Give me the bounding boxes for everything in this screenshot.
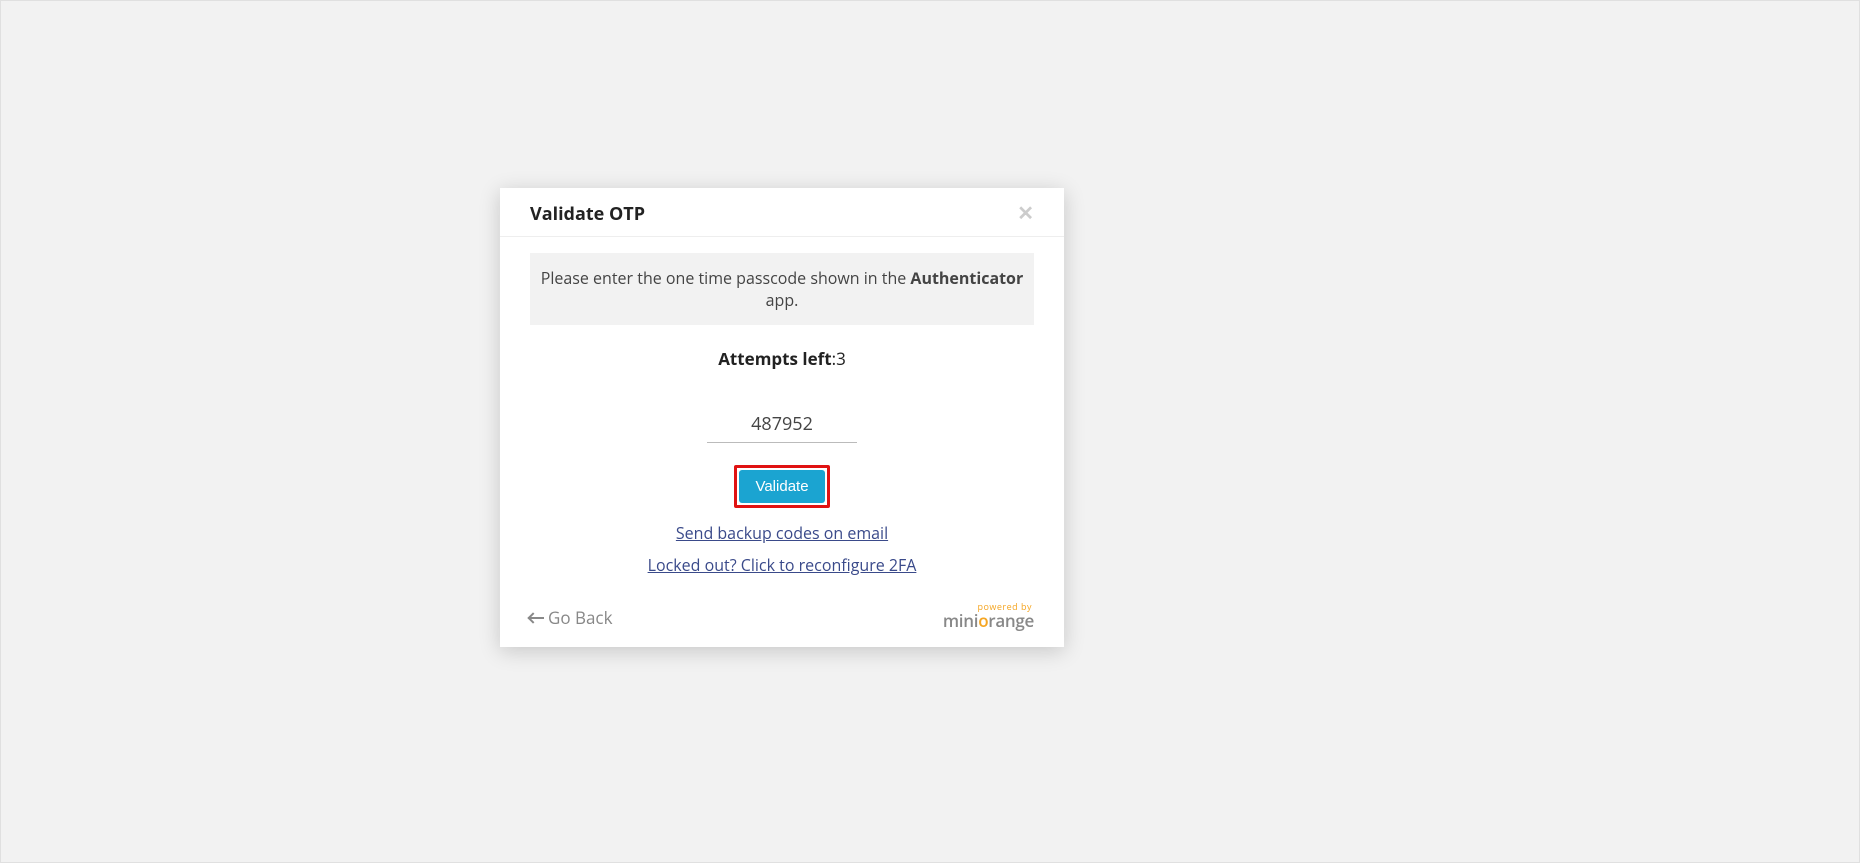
brand-part2: range xyxy=(988,609,1034,632)
brand-orange-o: o xyxy=(978,612,988,629)
powered-by-brand: powered by miniorange xyxy=(943,602,1034,629)
close-icon[interactable]: ✕ xyxy=(1017,204,1034,224)
validate-otp-modal: Validate OTP ✕ Please enter the one time… xyxy=(500,188,1064,647)
go-back-button[interactable]: Go Back xyxy=(530,606,613,629)
locked-link-row: Locked out? Click to reconfigure 2FA xyxy=(530,554,1034,576)
validate-button[interactable]: Validate xyxy=(739,470,824,503)
send-backup-codes-link[interactable]: Send backup codes on email xyxy=(676,522,888,544)
brand-logo: miniorange xyxy=(943,609,1034,632)
attempts-label: Attempts left xyxy=(718,347,831,370)
modal-footer: Go Back powered by miniorange xyxy=(500,596,1064,647)
attempts-value: :3 xyxy=(832,347,846,370)
reconfigure-2fa-link[interactable]: Locked out? Click to reconfigure 2FA xyxy=(648,554,917,576)
otp-input[interactable] xyxy=(707,406,857,443)
instruction-prefix: Please enter the one time passcode shown… xyxy=(541,267,911,289)
attempts-left: Attempts left:3 xyxy=(530,347,1034,370)
go-back-label: Go Back xyxy=(548,606,613,629)
validate-wrapper: Validate xyxy=(530,465,1034,508)
instruction-suffix: app. xyxy=(766,289,799,311)
modal-header: Validate OTP ✕ xyxy=(500,188,1064,237)
modal-body: Please enter the one time passcode shown… xyxy=(500,237,1064,596)
instruction-strong: Authenticator xyxy=(910,267,1023,289)
brand-part1: mini xyxy=(943,609,978,632)
instruction-text: Please enter the one time passcode shown… xyxy=(530,253,1034,325)
modal-title: Validate OTP xyxy=(530,202,645,226)
arrow-left-icon xyxy=(530,617,544,619)
backup-link-row: Send backup codes on email xyxy=(530,522,1034,544)
validate-highlight: Validate xyxy=(734,465,829,508)
